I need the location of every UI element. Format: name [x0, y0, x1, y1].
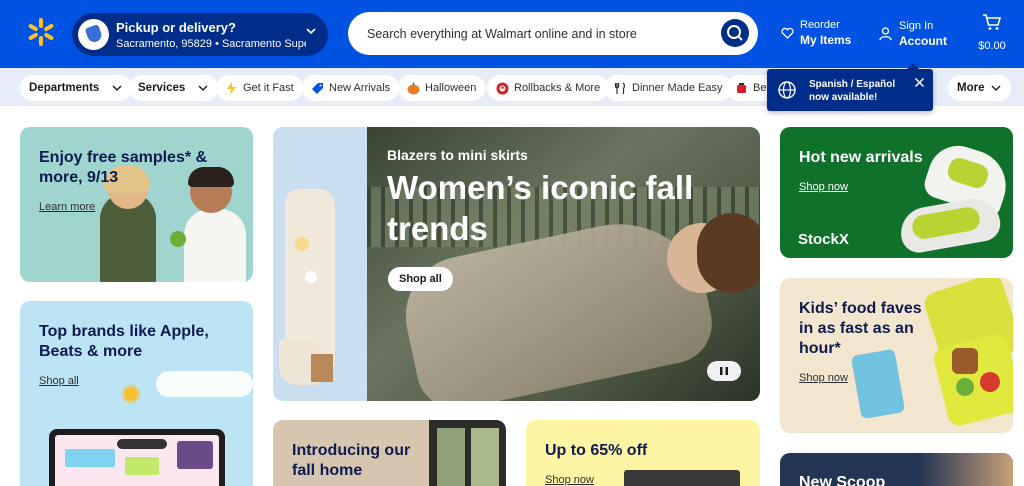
header: Pickup or delivery? Sacramento, 95829 • … [0, 0, 1024, 68]
kids-food-card[interactable]: Kids’ food faves in as fast as an hour* … [780, 278, 1013, 433]
kids-title: Kids’ food faves in as fast as an hour* [799, 300, 922, 357]
nav-item-rollbacks[interactable]: Rollbacks & More [487, 75, 610, 101]
fall-home-card[interactable]: Introducing our fall home [273, 420, 506, 486]
cart-button[interactable]: $0.00 [974, 13, 1010, 52]
chevron-down-icon [198, 85, 208, 91]
cart-icon [983, 14, 1002, 30]
boot-image [279, 189, 337, 385]
departments-menu[interactable]: Departments [20, 75, 133, 101]
user-icon [879, 27, 892, 41]
pickup-title: Pickup or delivery? [116, 20, 236, 35]
hero-subtitle: Blazers to mini skirts [387, 147, 528, 163]
more-label: More [957, 82, 985, 94]
new-scoop-card[interactable]: New Scoop [780, 453, 1013, 486]
sale-title: Up to 65% off [545, 442, 648, 459]
kids-shop-now-link[interactable]: Shop now [799, 372, 848, 384]
close-icon[interactable] [914, 77, 925, 88]
scoop-photo [920, 453, 1013, 486]
stockx-logo: StockX [798, 231, 849, 248]
laptop-image [49, 429, 225, 486]
up-to-65-off-card[interactable]: Up to 65% off Shop now [526, 420, 760, 486]
shop-all-link[interactable]: Shop all [39, 375, 79, 387]
window-image [429, 420, 506, 486]
pause-icon [720, 367, 728, 375]
services-label: Services [138, 82, 186, 94]
hero-banner[interactable]: Blazers to mini skirts Women’s iconic fa… [273, 127, 760, 401]
hero-shop-all-button[interactable]: Shop all [388, 267, 453, 291]
nav-item-label: Dinner Made Easy [632, 82, 723, 94]
language-tooltip: Spanish / Español now available! [767, 63, 933, 111]
scoop-title: New Scoop [799, 474, 886, 486]
tooltip-line-2: now available! [809, 92, 878, 103]
pickup-location-text: Sacramento, 95829 • Sacramento Supe... [116, 38, 306, 50]
nav-item-get-it-fast[interactable]: Get it Fast [216, 75, 303, 101]
lunchbox-image [850, 278, 1013, 433]
search-input[interactable] [348, 12, 708, 55]
beauty-icon [737, 82, 746, 93]
cloud-decoration [156, 371, 253, 397]
account-label: Account [899, 34, 947, 48]
tag-icon [312, 82, 323, 94]
globe-icon [778, 81, 796, 99]
pickup-location-icon [78, 19, 109, 50]
search-icon [727, 25, 743, 41]
hot-title: Hot new arrivals [799, 149, 923, 166]
free-samples-card[interactable]: Enjoy free samples* & more, 9/13 Learn m… [20, 127, 253, 282]
nav-item-label: Halloween [425, 82, 477, 94]
hero-title: Women’s iconic fall trends [387, 169, 694, 247]
hot-shop-now-link[interactable]: Shop now [799, 181, 848, 193]
samples-title: Enjoy free samples* & more, 9/13 [39, 149, 208, 186]
nav-item-label: Rollbacks & More [514, 82, 601, 94]
top-brands-card[interactable]: Top brands like Apple, Beats & more Shop… [20, 301, 253, 486]
utensils-icon [614, 82, 625, 94]
nav-item-label: New Arrivals [329, 82, 391, 94]
lightning-icon [227, 81, 236, 95]
sun-icon [124, 387, 138, 401]
heart-icon [781, 27, 794, 39]
chevron-down-icon [306, 28, 316, 35]
nav-item-dinner[interactable]: Dinner Made Easy [605, 75, 732, 101]
nav-item-halloween[interactable]: Halloween [398, 75, 486, 101]
brands-title: Top brands like Apple, Beats & more [39, 323, 209, 360]
my-items-label: My Items [800, 33, 852, 47]
nav-item-new-arrivals[interactable]: New Arrivals [302, 75, 400, 101]
nav-item-label: Get it Fast [243, 82, 294, 94]
hot-new-arrivals-card[interactable]: Hot new arrivals Shop now StockX [780, 127, 1013, 258]
pickup-delivery-selector[interactable]: Pickup or delivery? Sacramento, 95829 • … [72, 13, 328, 56]
rollback-icon [496, 82, 509, 94]
departments-label: Departments [29, 82, 100, 94]
reorder-label: Reorder [800, 19, 840, 31]
pumpkin-icon [407, 82, 420, 94]
walmart-spark-logo-icon[interactable] [26, 17, 56, 47]
chevron-down-icon [112, 85, 122, 91]
carousel-pause-button[interactable] [707, 361, 741, 381]
home-title: Introducing our fall home [292, 442, 411, 479]
learn-more-link[interactable]: Learn more [39, 201, 95, 213]
furniture-image [624, 470, 740, 486]
search-bar [348, 12, 758, 55]
more-menu[interactable]: More [948, 75, 1012, 101]
sale-shop-now-link[interactable]: Shop now [545, 474, 594, 486]
search-button[interactable] [721, 19, 749, 47]
sign-in-label: Sign In [899, 20, 934, 32]
services-menu[interactable]: Services [129, 75, 219, 101]
chevron-down-icon [991, 85, 1001, 91]
cart-total: $0.00 [978, 40, 1006, 52]
tooltip-line-1: Spanish / Español [809, 79, 896, 90]
